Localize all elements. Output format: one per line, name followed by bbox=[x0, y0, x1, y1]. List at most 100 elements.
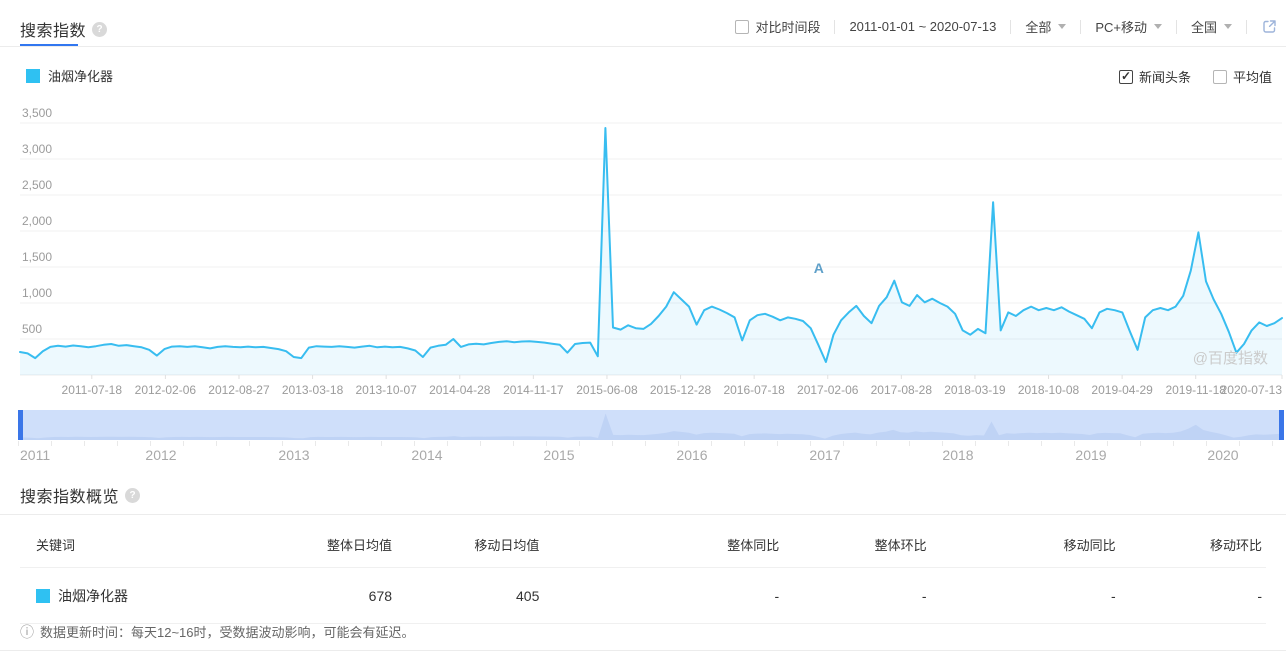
divider bbox=[1176, 20, 1177, 34]
slider-left-handle[interactable] bbox=[18, 410, 23, 440]
year-label: 2016 bbox=[676, 447, 707, 463]
svg-text:2016-07-18: 2016-07-18 bbox=[723, 383, 785, 397]
data-update-note-text: 数据更新时间：每天12~16时，受数据波动影响，可能会有延迟。 bbox=[40, 622, 415, 641]
svg-text:2020-07-13: 2020-07-13 bbox=[1221, 383, 1283, 397]
year-label: 2014 bbox=[411, 447, 442, 463]
svg-text:1,000: 1,000 bbox=[22, 286, 52, 300]
svg-text:2,000: 2,000 bbox=[22, 214, 52, 228]
help-icon[interactable]: ? bbox=[92, 22, 107, 37]
svg-text:1,500: 1,500 bbox=[22, 250, 52, 264]
overall-yoy-value: - bbox=[543, 568, 783, 624]
divider bbox=[1010, 20, 1011, 34]
region-value: 全国 bbox=[1191, 17, 1217, 36]
col-overall-mom: 整体环比 bbox=[783, 521, 930, 568]
svg-text:2019-11-18: 2019-11-18 bbox=[1165, 383, 1226, 397]
svg-text:2013-10-07: 2013-10-07 bbox=[355, 383, 417, 397]
col-overall-avg: 整体日均值 bbox=[315, 521, 396, 568]
trend-chart-svg: 500 1,000 1,500 2,000 2,500 3,000 3,500 2011-07… bbox=[20, 105, 1282, 401]
compare-period-checkbox-item[interactable]: ✓ 对比时间段 bbox=[735, 17, 820, 36]
overview-title: 搜索指数概览 bbox=[20, 483, 119, 507]
average-checkbox[interactable]: ✓ bbox=[1213, 70, 1227, 84]
year-label: 2011 bbox=[20, 447, 50, 463]
share-button[interactable] bbox=[1261, 18, 1278, 35]
compare-period-label: 对比时间段 bbox=[755, 17, 820, 36]
svg-text:2012-02-06: 2012-02-06 bbox=[135, 383, 197, 397]
svg-text:2018-10-08: 2018-10-08 bbox=[1018, 383, 1080, 397]
year-label: 2020 bbox=[1207, 447, 1238, 463]
col-mobile-yoy: 移动同比 bbox=[931, 521, 1120, 568]
news-toggle[interactable]: ✓ 新闻头条 bbox=[1119, 67, 1191, 86]
svg-text:500: 500 bbox=[22, 322, 42, 336]
chevron-down-icon bbox=[1154, 24, 1162, 29]
divider bbox=[1080, 20, 1081, 34]
year-label: 2017 bbox=[809, 447, 840, 463]
svg-text:3,000: 3,000 bbox=[22, 142, 52, 156]
chevron-down-icon bbox=[1058, 24, 1066, 29]
series-legend[interactable]: 油烟净化器 bbox=[26, 66, 113, 85]
slider-tick-strip bbox=[18, 441, 1284, 446]
col-mobile-avg: 移动日均值 bbox=[396, 521, 543, 568]
svg-text:2015-06-08: 2015-06-08 bbox=[576, 383, 638, 397]
svg-text:@百度指数: @百度指数 bbox=[1193, 350, 1268, 367]
compare-period-checkbox[interactable]: ✓ bbox=[735, 20, 749, 34]
slider-year-labels: 2011201220132014201520162017201820192020 bbox=[18, 447, 1284, 465]
chevron-down-icon bbox=[1224, 24, 1232, 29]
date-range-value: 2011-01-01 ~ 2020-07-13 bbox=[849, 19, 996, 34]
svg-text:2015-12-28: 2015-12-28 bbox=[650, 383, 712, 397]
data-update-note: ⓘ 数据更新时间：每天12~16时，受数据波动影响，可能会有延迟。 bbox=[20, 622, 415, 641]
mobile-mom-value: - bbox=[1120, 568, 1266, 624]
col-keyword: 关键词 bbox=[20, 521, 315, 568]
mobile-yoy-value: - bbox=[931, 568, 1120, 624]
svg-text:2013-03-18: 2013-03-18 bbox=[282, 383, 344, 397]
svg-text:2019-04-29: 2019-04-29 bbox=[1091, 383, 1153, 397]
divider bbox=[1246, 20, 1247, 34]
year-label: 2013 bbox=[278, 447, 309, 463]
table-row[interactable]: 油烟净化器 678 405 - - - - bbox=[20, 568, 1266, 624]
keyword-cell[interactable]: 油烟净化器 bbox=[58, 586, 128, 606]
svg-text:2018-03-19: 2018-03-19 bbox=[944, 383, 1006, 397]
average-toggle[interactable]: ✓ 平均值 bbox=[1213, 67, 1272, 86]
time-range-slider[interactable] bbox=[18, 410, 1284, 440]
scope-dropdown[interactable]: 全部 bbox=[1025, 17, 1066, 36]
mobile-avg-value: 405 bbox=[396, 568, 543, 624]
svg-text:2017-02-06: 2017-02-06 bbox=[797, 383, 859, 397]
svg-text:2,500: 2,500 bbox=[22, 178, 52, 192]
baidu-index-page: 搜索指数 ? ✓ 对比时间段 2011-01-01 ~ 2020-07-13 全… bbox=[0, 0, 1286, 654]
year-label: 2019 bbox=[1075, 447, 1106, 463]
year-label: 2015 bbox=[543, 447, 574, 463]
device-value: PC+移动 bbox=[1095, 17, 1147, 36]
help-icon[interactable]: ? bbox=[125, 488, 140, 503]
check-icon: ✓ bbox=[1121, 69, 1131, 83]
overall-avg-value: 678 bbox=[315, 568, 396, 624]
col-mobile-mom: 移动环比 bbox=[1120, 521, 1266, 568]
header-divider bbox=[0, 46, 1286, 47]
trend-chart[interactable]: 500 1,000 1,500 2,000 2,500 3,000 3,500 2011-07… bbox=[20, 105, 1282, 401]
overview-table: 关键词 整体日均值 移动日均值 整体同比 整体环比 移动同比 移动环比 油烟净化… bbox=[20, 521, 1266, 624]
svg-text:2012-08-27: 2012-08-27 bbox=[208, 383, 270, 397]
news-toggle-label: 新闻头条 bbox=[1139, 67, 1191, 86]
news-checkbox[interactable]: ✓ bbox=[1119, 70, 1133, 84]
overview-header: 搜索指数概览 ? bbox=[20, 483, 140, 507]
keyword-color-swatch bbox=[36, 589, 50, 603]
scope-value: 全部 bbox=[1025, 17, 1051, 36]
external-link-icon bbox=[1261, 18, 1278, 35]
col-overall-yoy: 整体同比 bbox=[543, 521, 783, 568]
svg-text:2011-07-18: 2011-07-18 bbox=[62, 383, 123, 397]
date-range-picker[interactable]: 2011-01-01 ~ 2020-07-13 bbox=[849, 19, 996, 34]
year-label: 2018 bbox=[942, 447, 973, 463]
slider-minimap-svg bbox=[23, 410, 1279, 440]
chart-controls: ✓ 对比时间段 2011-01-01 ~ 2020-07-13 全部 PC+移动… bbox=[735, 17, 1278, 36]
page-bottom-divider bbox=[0, 650, 1286, 651]
series-keyword-label: 油烟净化器 bbox=[48, 66, 113, 85]
overlay-toggles: ✓ 新闻头条 ✓ 平均值 bbox=[1119, 67, 1272, 86]
average-toggle-label: 平均值 bbox=[1233, 67, 1272, 86]
device-dropdown[interactable]: PC+移动 bbox=[1095, 17, 1162, 36]
region-dropdown[interactable]: 全国 bbox=[1191, 17, 1232, 36]
svg-text:3,500: 3,500 bbox=[22, 106, 52, 120]
search-index-tab[interactable]: 搜索指数 ? bbox=[20, 14, 107, 44]
svg-text:2017-08-28: 2017-08-28 bbox=[871, 383, 933, 397]
slider-right-handle[interactable] bbox=[1279, 410, 1284, 440]
overall-mom-value: - bbox=[783, 568, 930, 624]
overview-divider bbox=[0, 514, 1286, 515]
table-header-row: 关键词 整体日均值 移动日均值 整体同比 整体环比 移动同比 移动环比 bbox=[20, 521, 1266, 568]
